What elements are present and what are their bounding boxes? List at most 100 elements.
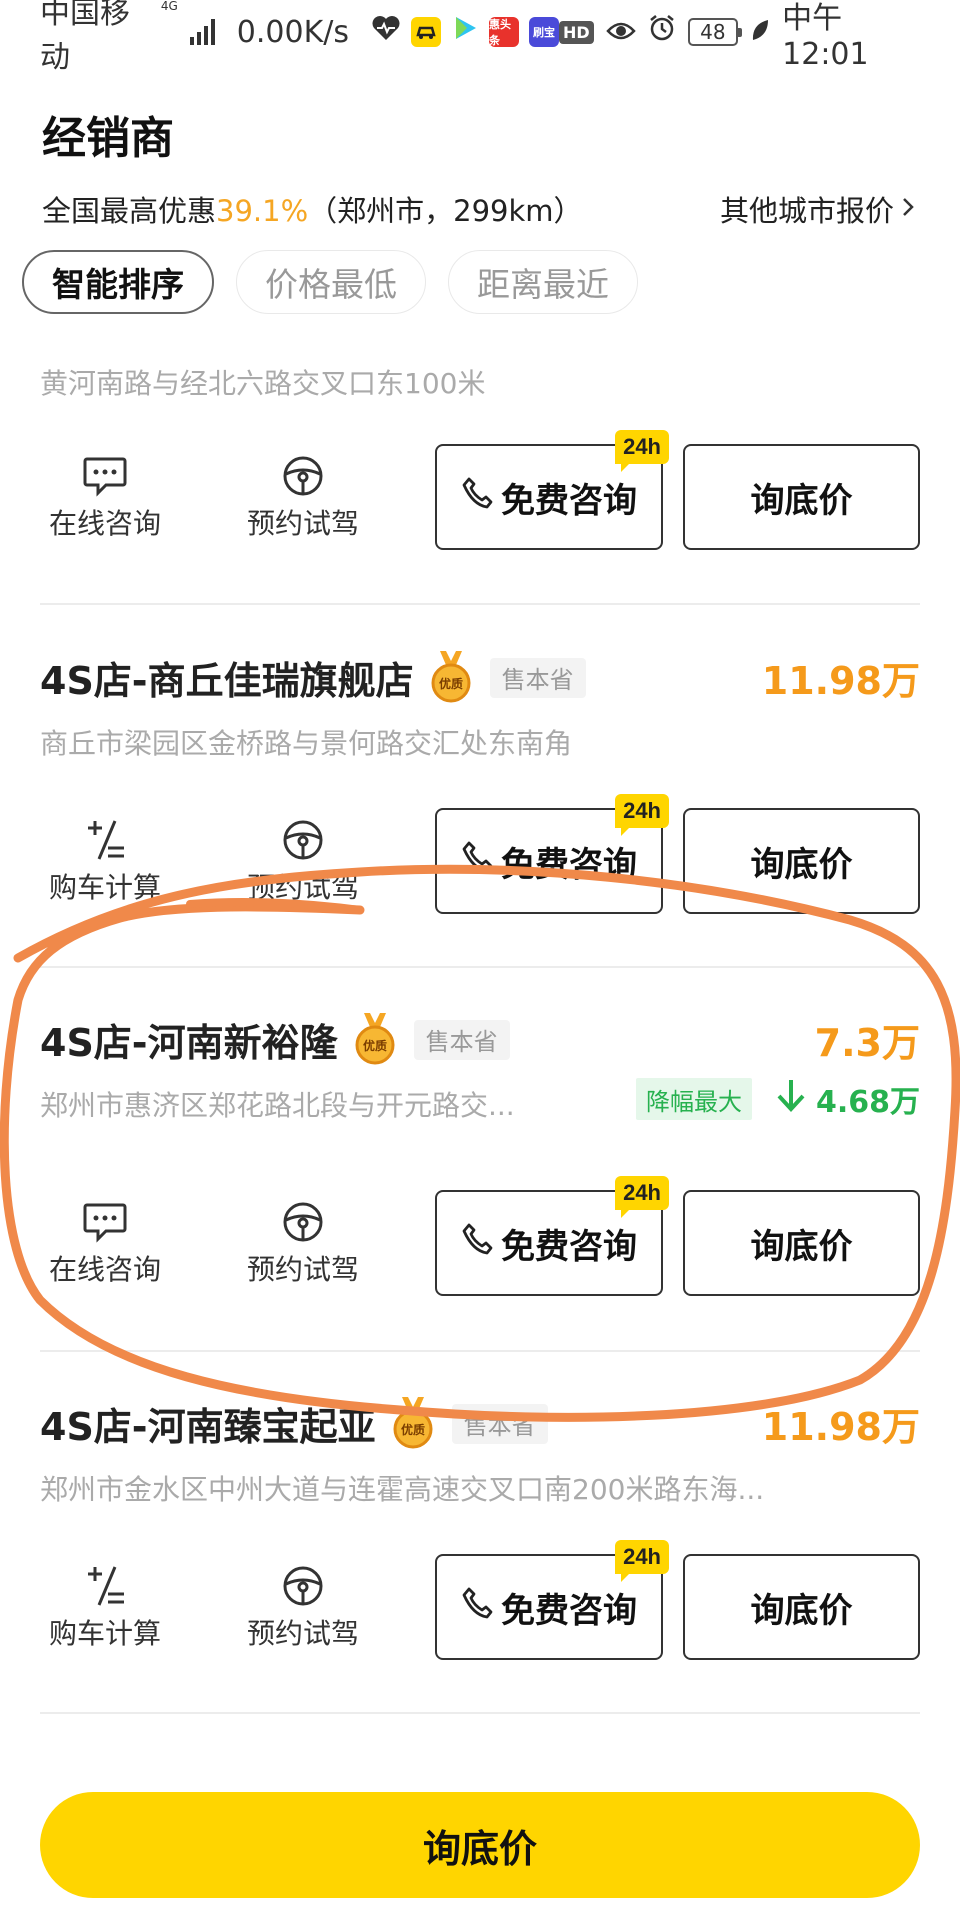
price-drop-value: 4.68万 (815, 1085, 920, 1120)
action-label: 预约试驾 (246, 871, 359, 904)
free-consult-label: 免费咨询 (501, 481, 637, 520)
sort-tabs: 智能排序 价格最低 距离最近 (22, 250, 638, 314)
dealer-name: 4S店-河南臻宝起亚 (40, 1405, 376, 1449)
dealer-name: 4S店-河南新裕隆 (40, 1021, 338, 1065)
dealer-name-row: 4S店-河南新裕隆 优质 售本省 (40, 1012, 510, 1067)
dealer-address: 郑州市金水区中州大道与连霍高速交叉口南200米路东海... (40, 1473, 765, 1506)
dealer-name-row: 4S店-河南臻宝起亚 优质 售本省 (40, 1396, 548, 1451)
quality-medal-icon: 优质 (392, 1396, 434, 1451)
phone-icon (461, 1586, 495, 1629)
dealer-price: 7.3万 (814, 1021, 920, 1065)
quality-medal-icon: 优质 (354, 1012, 396, 1067)
arrow-down-icon (776, 1078, 806, 1120)
health-icon (371, 14, 401, 50)
phone-icon (461, 1222, 495, 1265)
ask-price-button[interactable]: 询底价 (683, 1190, 920, 1296)
ask-price-button[interactable]: 询底价 (683, 808, 920, 914)
dealer-price: 11.98万 (761, 1405, 920, 1449)
svg-text:优质: 优质 (439, 676, 463, 691)
signal-icon (189, 19, 215, 45)
shuabao-app-icon: 刷宝 (528, 17, 559, 47)
card-divider (40, 1350, 920, 1352)
24h-badge: 24h (615, 1540, 669, 1582)
eye-icon (605, 15, 636, 50)
tab-lowest-price[interactable]: 价格最低 (236, 250, 426, 314)
promo-prefix: 全国最高优惠 (42, 194, 217, 228)
dealer-address: 商丘市梁园区金桥路与景何路交汇处东南角 (40, 727, 573, 760)
promo-percent: 39.1% (216, 194, 309, 228)
promo-location: （郑州市，299km） (308, 194, 583, 228)
carrier-name: 中国移动 (40, 0, 130, 75)
quality-medal-icon: 优质 (430, 650, 472, 705)
24h-badge: 24h (615, 1176, 669, 1218)
test-drive-button[interactable]: 预约试驾 (228, 1200, 378, 1288)
svg-text:优质: 优质 (401, 1422, 425, 1437)
free-consult-button[interactable]: 免费咨询 24h (435, 794, 669, 914)
leaf-icon (750, 15, 770, 50)
steering-wheel-icon (279, 1200, 327, 1244)
promo-line: 全国最高优惠39.1%（郑州市，299km） (42, 188, 583, 230)
action-label: 购车计算 (48, 1617, 161, 1650)
biggest-drop-badge: 降幅最大 (636, 1078, 752, 1120)
tab-nearest[interactable]: 距离最近 (448, 250, 638, 314)
action-label: 购车计算 (48, 871, 161, 904)
car-app-icon (410, 17, 441, 47)
online-consult-button[interactable]: 在线咨询 (30, 1200, 180, 1288)
free-consult-label: 免费咨询 (501, 1227, 637, 1266)
video-app-icon (451, 14, 479, 50)
tab-smart-sort[interactable]: 智能排序 (22, 250, 214, 314)
car-calculator-button[interactable]: 购车计算 (30, 1564, 180, 1652)
ask-price-button[interactable]: 询底价 (683, 1554, 920, 1660)
chat-icon (81, 454, 129, 498)
steering-wheel-icon (279, 454, 327, 498)
action-label: 在线咨询 (48, 507, 161, 540)
free-consult-button[interactable]: 免费咨询 24h (435, 1540, 669, 1660)
dealer-address: 黄河南路与经北六路交叉口东100米 (40, 367, 486, 400)
sell-scope-tag: 售本省 (451, 1403, 548, 1444)
sell-scope-tag: 售本省 (413, 1019, 510, 1060)
other-city-label: 其他城市报价 (719, 194, 894, 228)
sell-scope-tag: 售本省 (489, 657, 586, 698)
chat-icon (81, 1200, 129, 1244)
bottom-ask-price-button[interactable]: 询底价 (40, 1792, 920, 1898)
network-type: 4G (160, 0, 178, 13)
free-consult-button[interactable]: 免费咨询 24h (435, 430, 669, 550)
dealer-price: 11.98万 (761, 659, 920, 703)
action-label: 在线咨询 (48, 1253, 161, 1286)
steering-wheel-icon (279, 1564, 327, 1608)
free-consult-button[interactable]: 免费咨询 24h (435, 1176, 669, 1296)
action-label: 预约试驾 (246, 1253, 359, 1286)
online-consult-button[interactable]: 在线咨询 (30, 454, 180, 542)
dealer-name-row: 4S店-商丘佳瑞旗舰店 优质 售本省 (40, 650, 586, 705)
alarm-icon (648, 14, 676, 50)
phone-icon (461, 840, 495, 883)
calculator-icon (81, 1564, 129, 1608)
network-speed: 0.00K/s (236, 14, 349, 50)
test-drive-button[interactable]: 预约试驾 (228, 454, 378, 542)
test-drive-button[interactable]: 预约试驾 (228, 818, 378, 906)
clock-time: 中午12:01 (782, 0, 869, 72)
action-label: 预约试驾 (246, 1617, 359, 1650)
chevron-right-icon (900, 192, 916, 227)
test-drive-button[interactable]: 预约试驾 (228, 1564, 378, 1652)
phone-icon (461, 476, 495, 519)
other-city-link[interactable]: 其他城市报价 (720, 188, 916, 230)
action-label: 预约试驾 (246, 507, 359, 540)
24h-badge: 24h (615, 430, 669, 472)
page-title: 经销商 (42, 113, 174, 164)
dealer-name: 4S店-商丘佳瑞旗舰店 (40, 659, 414, 703)
ask-price-button[interactable]: 询底价 (683, 444, 920, 550)
card-divider (40, 1712, 920, 1714)
battery-icon: 48 (687, 18, 743, 46)
24h-badge: 24h (615, 794, 669, 836)
hd-icon: HD (558, 20, 594, 44)
card-divider (40, 966, 920, 968)
car-calculator-button[interactable]: 购车计算 (30, 818, 180, 906)
calculator-icon (81, 818, 129, 862)
price-drop: 4.68万 (776, 1078, 920, 1120)
dealer-address: 郑州市惠济区郑花路北段与开元路交... (40, 1089, 515, 1122)
free-consult-label: 免费咨询 (501, 1591, 637, 1630)
svg-text:优质: 优质 (363, 1038, 387, 1053)
card-divider (40, 603, 920, 605)
status-bar: 中国移动 4G 0.00K/s 惠头条 刷宝 HD 48 中午12:01 (0, 0, 960, 75)
